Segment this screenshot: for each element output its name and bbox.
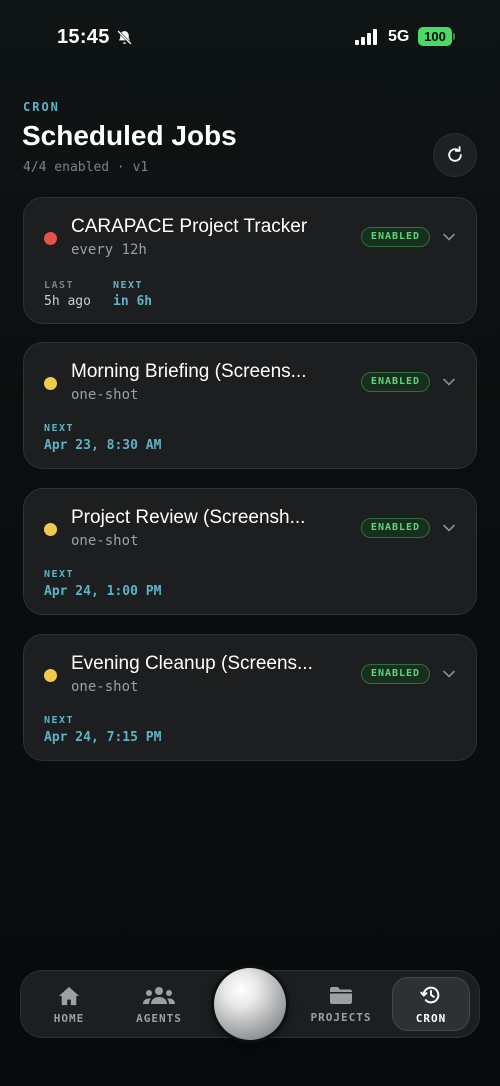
last-run-value: 5h ago	[44, 294, 91, 309]
next-run-label: NEXT	[44, 715, 75, 726]
people-icon	[143, 986, 175, 1004]
tab-agents[interactable]: AGENTS	[117, 971, 201, 1039]
signal-icon	[355, 29, 377, 45]
next-run-value: in 6h	[113, 294, 153, 309]
tab-cron[interactable]: CRON	[392, 977, 470, 1031]
refresh-button[interactable]	[433, 133, 477, 177]
page-title: Scheduled Jobs	[22, 120, 237, 151]
next-run-label: NEXT	[44, 569, 75, 580]
job-card[interactable]: Evening Cleanup (Screens... one-shot ENA…	[23, 634, 477, 761]
tab-label: AGENTS	[136, 1011, 182, 1025]
tab-projects[interactable]: PROJECTS	[301, 971, 381, 1039]
job-schedule: every 12h	[71, 242, 147, 258]
next-run-value: Apr 24, 1:00 PM	[44, 584, 162, 599]
chevron-down-icon[interactable]	[442, 667, 456, 681]
job-card[interactable]: Project Review (Screensh... one-shot ENA…	[23, 488, 477, 615]
job-name: Evening Cleanup (Screens...	[71, 653, 313, 674]
status-time: 15:45	[57, 26, 110, 48]
status-badge: ENABLED	[361, 372, 430, 392]
refresh-icon	[448, 146, 462, 162]
next-run-value: Apr 23, 8:30 AM	[44, 438, 162, 453]
status-badge: ENABLED	[361, 227, 430, 247]
next-run-label: NEXT	[44, 423, 75, 434]
next-run-label: NEXT	[113, 280, 144, 291]
status-dot	[44, 669, 57, 682]
chevron-down-icon[interactable]	[442, 521, 456, 535]
section-eyebrow: CRON	[23, 100, 60, 114]
tab-label: HOME	[53, 1011, 85, 1025]
battery-nub	[453, 33, 455, 40]
tab-home[interactable]: HOME	[29, 971, 109, 1039]
tab-label: CRON	[415, 1011, 447, 1025]
job-name: Project Review (Screensh...	[71, 507, 306, 528]
status-dot	[44, 232, 57, 245]
next-run-value: Apr 24, 7:15 PM	[44, 730, 162, 745]
chevron-down-icon[interactable]	[442, 375, 456, 389]
job-card[interactable]: CARAPACE Project Tracker every 12h ENABL…	[23, 197, 477, 324]
job-card[interactable]: Morning Briefing (Screens... one-shot EN…	[23, 342, 477, 469]
status-bar: 15:45 5G 100	[0, 0, 500, 75]
job-schedule: one-shot	[71, 679, 139, 695]
last-run-label: LAST	[44, 280, 75, 291]
battery-icon: 100	[418, 27, 452, 46]
job-name: Morning Briefing (Screens...	[71, 361, 307, 382]
chevron-down-icon[interactable]	[442, 230, 456, 244]
page-subtitle: 4/4 enabled · v1	[23, 160, 149, 175]
assistant-orb-button[interactable]	[214, 968, 286, 1040]
status-dot	[44, 377, 57, 390]
job-schedule: one-shot	[71, 533, 139, 549]
bell-muted-icon	[117, 30, 132, 45]
job-schedule: one-shot	[71, 387, 139, 403]
job-name: CARAPACE Project Tracker	[71, 216, 308, 237]
network-type: 5G	[388, 28, 410, 45]
status-badge: ENABLED	[361, 664, 430, 684]
tab-label: PROJECTS	[310, 1011, 372, 1024]
home-icon	[59, 986, 79, 1005]
status-dot	[44, 523, 57, 536]
folder-icon	[330, 987, 352, 1004]
status-badge: ENABLED	[361, 518, 430, 538]
clock-refresh-icon	[420, 986, 440, 1003]
